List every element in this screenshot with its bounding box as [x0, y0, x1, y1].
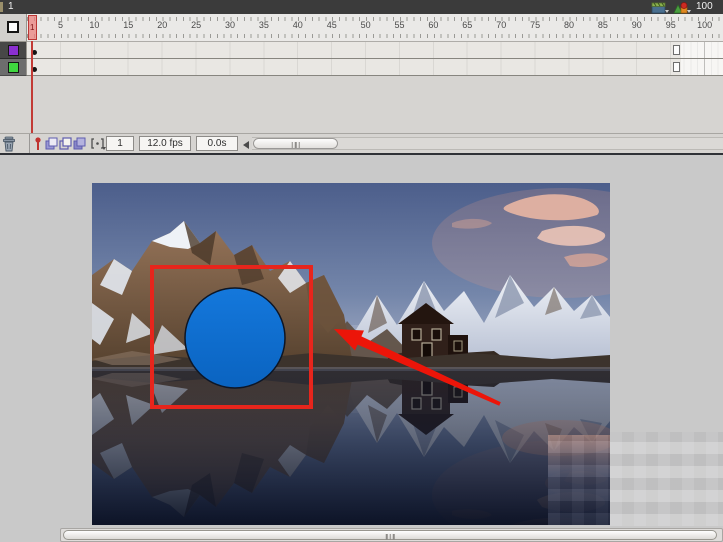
ruler-label: 100 [697, 20, 712, 30]
scrollbar-grip [386, 534, 395, 540]
playhead[interactable]: 1 [28, 15, 38, 40]
ruler-label: 65 [462, 20, 472, 30]
ruler-label: 75 [530, 20, 540, 30]
layer-1-frames[interactable] [27, 42, 723, 59]
edit-symbols-button[interactable] [673, 1, 690, 13]
current-frame-field[interactable]: 1 [106, 136, 134, 151]
timeline-frames-area: 5 10 15 20 25 30 35 40 45 50 55 60 65 70 75 80 85 90 95 100… [27, 14, 723, 133]
onion-skin-button[interactable] [45, 137, 58, 150]
ruler-label: 95 [666, 20, 676, 30]
outline-column-icon [7, 21, 19, 33]
ruler-label: 5 [58, 20, 63, 30]
ruler-label: 80 [564, 20, 574, 30]
layer-2-outline-swatch[interactable] [8, 62, 19, 73]
outline-column-header[interactable] [0, 14, 27, 42]
timeline-scroll-left-button[interactable] [243, 141, 249, 149]
divider [29, 134, 30, 154]
ruler-label: 25 [191, 20, 201, 30]
ruler-label: 70 [496, 20, 506, 30]
layer-1-outline-swatch[interactable] [8, 45, 19, 56]
ruler-label: 50 [361, 20, 371, 30]
frame-rate-field[interactable]: 12.0 fps [139, 136, 191, 151]
timeline-ruler[interactable]: 5 10 15 20 25 30 35 40 45 50 55 60 65 70 75 80 85 90 95 100… [27, 14, 723, 42]
edit-bar: 1 100 [0, 0, 723, 14]
horizontal-scrollbar[interactable] [60, 528, 723, 542]
layer-1-span-end-marker[interactable] [673, 45, 680, 55]
workspace [0, 155, 723, 528]
ruler-label: 30 [225, 20, 235, 30]
ruler-label: 60 [428, 20, 438, 30]
ruler-label: 15 [123, 20, 133, 30]
timeline-scrollbar-thumb[interactable] [253, 138, 338, 149]
edit-multiple-frames-button[interactable] [73, 137, 86, 150]
ruler-label: 10 [89, 20, 99, 30]
layer-2-frame-span[interactable] [27, 59, 681, 75]
ruler-label: 85 [598, 20, 608, 30]
stage-canvas[interactable] [92, 183, 610, 525]
ruler-label: 45 [327, 20, 337, 30]
layer-2-row[interactable] [0, 59, 27, 76]
layer-1-frame-span[interactable] [27, 42, 681, 58]
layer-2-span-end-marker[interactable] [673, 62, 680, 72]
layer-1-row[interactable] [0, 42, 27, 59]
onion-skin-outlines-button[interactable] [59, 137, 72, 150]
timeline-panel: 5 10 15 20 25 30 35 40 45 50 55 60 65 70 75 80 85 90 95 100… [0, 14, 723, 155]
scene-icon [0, 2, 3, 12]
layer-1-keyframe-icon[interactable] [32, 50, 37, 55]
ruler-label: 40 [293, 20, 303, 30]
chevron-down-icon [665, 10, 669, 13]
playhead-line[interactable] [31, 41, 33, 133]
blue-circle-shape[interactable] [185, 288, 285, 388]
layer-column [0, 14, 27, 133]
scene-label[interactable]: 1 [8, 1, 14, 13]
edit-scene-button[interactable] [651, 1, 668, 13]
pixelated-watermark-patch [610, 432, 723, 526]
scrollbar-grip [291, 142, 300, 148]
elapsed-time-field[interactable]: 0.0s [196, 136, 238, 151]
ruler-label: 35 [259, 20, 269, 30]
modify-onion-markers-button[interactable] [90, 137, 105, 150]
layer-2-frames[interactable] [27, 59, 723, 76]
layer-2-keyframe-icon[interactable] [32, 67, 37, 72]
ruler-label: 20 [157, 20, 167, 30]
mountain-photo [92, 183, 610, 525]
timeline-scrollbar[interactable] [252, 137, 723, 150]
timeline-status-bar: 1 12.0 fps 0.0s [0, 133, 723, 153]
zoom-level[interactable]: 100 [696, 1, 723, 13]
ruler-ticks [27, 34, 723, 38]
horizontal-scrollbar-thumb[interactable] [63, 530, 717, 540]
ruler-label: 55 [395, 20, 405, 30]
chevron-down-icon [687, 10, 691, 13]
ruler-label: 90 [632, 20, 642, 30]
